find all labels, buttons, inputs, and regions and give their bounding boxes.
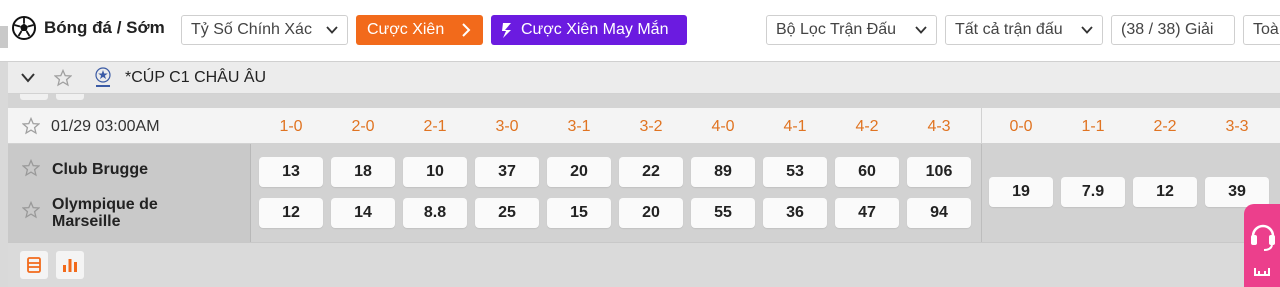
odds-button[interactable]: 20 <box>619 198 683 228</box>
score-header: 2-0 <box>351 118 375 135</box>
score-header: 1-1 <box>1081 118 1105 135</box>
score-header: 3-3 <box>1225 118 1249 135</box>
all-matches-dropdown[interactable]: Tất cả trận đấu <box>945 15 1103 45</box>
stats-list-icon <box>27 257 41 273</box>
odds-button[interactable]: 15 <box>547 198 611 228</box>
odds-button[interactable]: 14 <box>331 198 395 228</box>
score-header: 2-2 <box>1153 118 1177 135</box>
parlay-button[interactable]: Cược Xiên <box>356 15 483 45</box>
lucky-parlay-button[interactable]: Cược Xiên May Mắn <box>491 15 687 45</box>
odds-button[interactable]: 19 <box>989 177 1053 207</box>
chevron-right-icon <box>462 23 471 37</box>
soccer-ball-icon <box>12 16 36 40</box>
full-view-button[interactable]: Toà <box>1243 15 1280 45</box>
league-count-button[interactable]: (38 / 38) Giải <box>1111 15 1235 45</box>
match-filter-value: Bộ Lọc Trận Đấu <box>776 21 897 38</box>
away-team-line-2: Marseille <box>52 213 121 230</box>
row-spacer <box>8 94 1280 108</box>
match-datetime: 01/29 03:00AM <box>51 118 160 135</box>
odds-button[interactable]: 10 <box>403 157 467 187</box>
odds-button[interactable]: 12 <box>1133 177 1197 207</box>
odds-button[interactable]: 60 <box>835 157 899 187</box>
odds-button[interactable]: 106 <box>907 157 971 187</box>
odds-button[interactable]: 18 <box>331 157 395 187</box>
column-divider <box>981 108 982 144</box>
score-header: 4-0 <box>711 118 735 135</box>
chevron-down-icon <box>326 26 338 34</box>
customer-support-button[interactable] <box>1244 204 1280 287</box>
tab-stub <box>20 94 48 100</box>
match-header-row: 01/29 03:00AM 1-0 2-0 2-1 3-0 3-1 3-2 4-… <box>8 108 1280 144</box>
league-row[interactable]: *CÚP C1 CHÂU ÂU <box>8 62 1280 94</box>
column-divider <box>981 144 982 242</box>
odds-button[interactable]: 20 <box>547 157 611 187</box>
score-header: 3-2 <box>639 118 663 135</box>
odds-button[interactable]: 22 <box>619 157 683 187</box>
parlay-label: Cược Xiên <box>367 21 445 38</box>
away-team-line-1: Olympique de <box>52 196 158 213</box>
odds-button[interactable]: 55 <box>691 198 755 228</box>
sport-selector[interactable]: Bóng đá / Sớm <box>12 16 165 40</box>
odds-button[interactable]: 89 <box>691 157 755 187</box>
score-header: 4-1 <box>783 118 807 135</box>
favorite-star-icon[interactable] <box>22 159 40 177</box>
odds-button[interactable]: 47 <box>835 198 899 228</box>
odds-button[interactable]: 39 <box>1205 177 1269 207</box>
league-count-label: (38 / 38) Giải <box>1121 21 1214 38</box>
lightning-icon <box>502 23 511 38</box>
sport-label: Bóng đá / Sớm <box>44 18 165 37</box>
odds-button[interactable]: 12 <box>259 198 323 228</box>
odds-button[interactable]: 94 <box>907 198 971 228</box>
bar-chart-icon <box>63 259 77 272</box>
chart-button[interactable] <box>56 251 84 279</box>
bet-type-dropdown[interactable]: Tỷ Số Chính Xác <box>181 15 348 45</box>
score-header: 2-1 <box>423 118 447 135</box>
score-header: 3-1 <box>567 118 591 135</box>
all-matches-value: Tất cả trận đấu <box>955 21 1063 38</box>
favorite-star-icon[interactable] <box>22 201 40 219</box>
chevron-down-icon <box>915 26 927 34</box>
match-filter-dropdown[interactable]: Bộ Lọc Trận Đấu <box>766 15 937 45</box>
side-panel-handle[interactable] <box>0 26 8 48</box>
favorite-star-icon[interactable] <box>54 69 72 87</box>
score-header: 4-2 <box>855 118 879 135</box>
lucky-parlay-label: Cược Xiên May Mắn <box>521 21 669 38</box>
headset-icon <box>1251 224 1275 251</box>
odds-button[interactable]: 13 <box>259 157 323 187</box>
match-footer <box>8 242 1280 287</box>
stats-list-button[interactable] <box>20 251 48 279</box>
collapse-chevron-icon[interactable] <box>20 71 36 85</box>
bet-type-value: Tỷ Số Chính Xác <box>191 21 312 38</box>
away-team-name: Olympique de Marseille <box>52 196 158 230</box>
favorite-star-icon[interactable] <box>22 117 40 135</box>
score-header: 4-3 <box>927 118 951 135</box>
top-toolbar: Bóng đá / Sớm Tỷ Số Chính Xác Cược Xiên … <box>0 0 1280 62</box>
odds-button[interactable]: 7.9 <box>1061 177 1125 207</box>
odds-button[interactable]: 53 <box>763 157 827 187</box>
score-header: 3-0 <box>495 118 519 135</box>
home-team-name: Club Brugge <box>52 161 148 178</box>
full-view-label: Toà <box>1253 21 1279 38</box>
tab-stub <box>56 94 84 100</box>
chat-icon <box>1254 268 1270 276</box>
match-row: Club Brugge Olympique de Marseille 13 18… <box>8 144 1280 242</box>
odds-button[interactable]: 36 <box>763 198 827 228</box>
odds-button[interactable]: 25 <box>475 198 539 228</box>
champions-league-logo <box>95 67 111 87</box>
chevron-down-icon <box>1081 26 1093 34</box>
score-header: 1-0 <box>279 118 303 135</box>
odds-button[interactable]: 8.8 <box>403 198 467 228</box>
score-header: 0-0 <box>1009 118 1033 135</box>
league-name: *CÚP C1 CHÂU ÂU <box>125 69 267 86</box>
odds-button[interactable]: 37 <box>475 157 539 187</box>
